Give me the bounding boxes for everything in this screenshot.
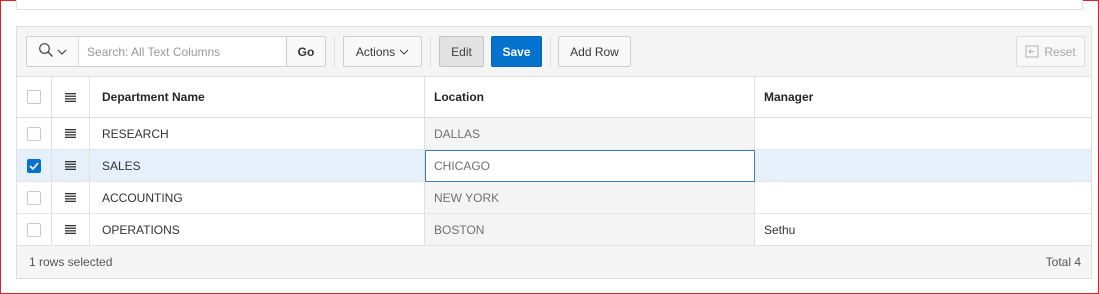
actions-menu-button[interactable]: Actions <box>343 36 422 67</box>
cell-value: BOSTON <box>434 222 485 237</box>
table-row[interactable]: RESEARCH DALLAS <box>17 118 1091 150</box>
row-select-cell <box>17 214 52 245</box>
reset-icon <box>1025 45 1039 58</box>
column-header-manager[interactable]: Manager <box>755 77 1091 117</box>
toolbar-separator <box>334 36 335 67</box>
row-actions-cell[interactable] <box>52 150 90 181</box>
go-button[interactable]: Go <box>286 37 325 66</box>
hamburger-icon <box>65 92 76 102</box>
cell-department[interactable]: SALES <box>93 150 425 181</box>
reset-button[interactable]: Reset <box>1016 36 1085 67</box>
column-header-label: Department Name <box>102 90 205 104</box>
cell-department[interactable]: ACCOUNTING <box>93 182 425 213</box>
cell-value: NEW YORK <box>434 190 500 205</box>
cell-department[interactable]: RESEARCH <box>93 118 425 149</box>
cell-manager[interactable] <box>755 118 1091 149</box>
search-column-menu-button[interactable] <box>27 37 79 66</box>
cell-value: ACCOUNTING <box>102 190 183 205</box>
edit-button[interactable]: Edit <box>439 36 484 67</box>
hamburger-icon <box>65 225 76 234</box>
row-actions-cell[interactable] <box>52 182 90 213</box>
cell-value: DALLAS <box>434 126 481 141</box>
cell-value: CHICAGO <box>434 158 491 173</box>
selection-status: 1 rows selected <box>29 255 113 269</box>
column-header-label: Manager <box>764 90 814 104</box>
cell-location[interactable]: BOSTON <box>425 214 755 245</box>
column-header-department[interactable]: Department Name <box>93 77 425 117</box>
chevron-down-icon <box>57 45 67 59</box>
row-checkbox[interactable] <box>27 222 41 237</box>
select-all-checkbox[interactable] <box>27 90 41 104</box>
row-checkbox[interactable] <box>27 190 41 205</box>
row-actions-cell[interactable] <box>52 214 90 245</box>
cell-manager[interactable]: Sethu <box>755 214 1091 245</box>
hamburger-icon <box>65 161 76 170</box>
cell-value: OPERATIONS <box>102 222 180 237</box>
cell-value: Sethu <box>764 222 796 237</box>
header-actions-cell[interactable] <box>52 77 90 117</box>
hamburger-icon <box>65 129 76 138</box>
row-checkbox[interactable] <box>27 126 41 141</box>
search-bar: Go <box>26 36 326 67</box>
row-select-cell <box>17 182 52 213</box>
grid-footer: 1 rows selected Total 4 <box>17 245 1091 278</box>
cell-location[interactable]: DALLAS <box>425 118 755 149</box>
save-button[interactable]: Save <box>491 36 542 67</box>
cell-location[interactable]: CHICAGO <box>425 150 755 181</box>
hamburger-icon <box>65 193 76 202</box>
reset-label: Reset <box>1044 44 1076 59</box>
row-actions-cell[interactable] <box>52 118 90 149</box>
search-icon <box>38 42 54 61</box>
row-checkbox[interactable] <box>27 158 41 173</box>
search-input[interactable] <box>79 37 287 66</box>
toolbar-separator <box>430 36 431 67</box>
grid-toolbar: Go Actions Edit Save Add Row <box>17 27 1091 77</box>
interactive-grid: Go Actions Edit Save Add Row <box>16 26 1092 279</box>
check-icon <box>29 161 39 170</box>
cell-value: RESEARCH <box>102 126 169 141</box>
total-count: Total 4 <box>1045 255 1081 269</box>
cell-manager[interactable] <box>755 182 1091 213</box>
row-select-cell <box>17 150 52 181</box>
top-region-strip <box>16 0 1083 10</box>
cell-location[interactable]: NEW YORK <box>425 182 755 213</box>
actions-label: Actions <box>355 44 396 59</box>
table-row[interactable]: ACCOUNTING NEW YORK <box>17 182 1091 214</box>
column-header-location[interactable]: Location <box>425 77 755 117</box>
cell-manager[interactable] <box>755 150 1091 181</box>
toolbar-separator <box>550 36 551 67</box>
chevron-down-icon <box>399 48 409 56</box>
cell-department[interactable]: OPERATIONS <box>93 214 425 245</box>
column-header-label: Location <box>434 90 484 104</box>
grid-header: Department Name Location Manager <box>17 77 1091 118</box>
select-all-cell <box>17 77 52 117</box>
table-row[interactable]: SALES CHICAGO <box>17 150 1091 182</box>
row-select-cell <box>17 118 52 149</box>
cell-value: SALES <box>102 158 141 173</box>
table-row[interactable]: OPERATIONS BOSTON Sethu <box>17 214 1091 246</box>
add-row-button[interactable]: Add Row <box>558 36 631 67</box>
